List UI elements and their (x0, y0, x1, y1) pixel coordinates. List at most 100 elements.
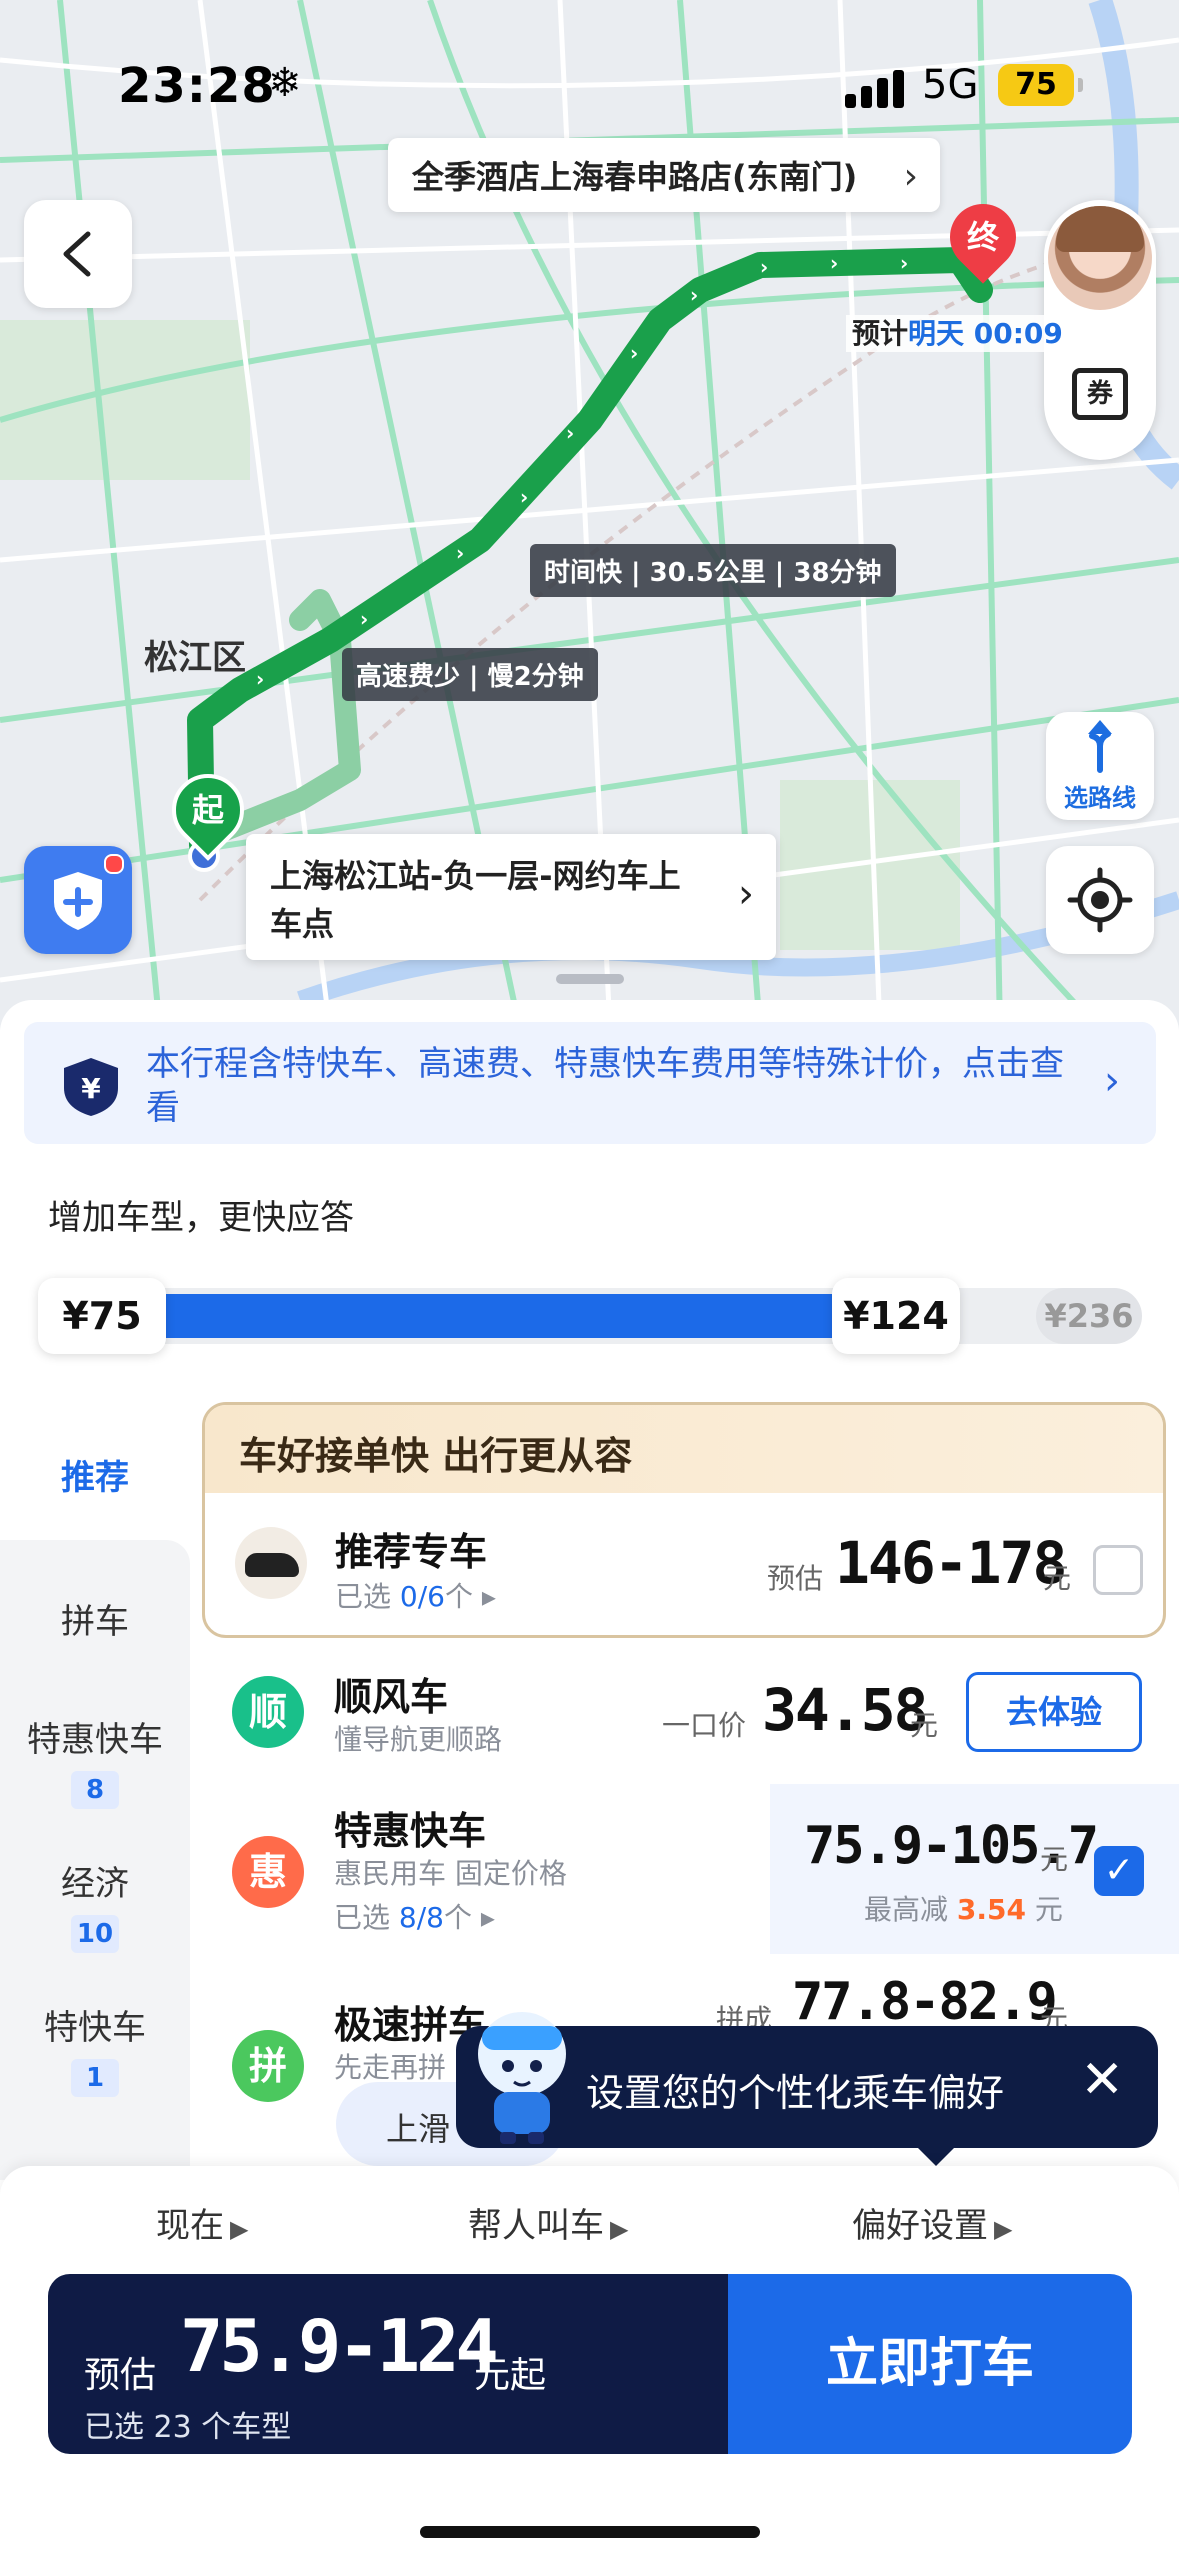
snowflake-icon: ❄ (268, 60, 302, 106)
category-count-badge: 10 (71, 1915, 119, 1953)
status-time: 23:28 (118, 58, 276, 114)
option-label: 现在 (156, 2206, 224, 2246)
chevron-right-icon: › (1104, 1058, 1120, 1104)
price-slider-fill (128, 1294, 838, 1338)
hitch-unit: 元 (910, 1709, 939, 1742)
discount-express-unit: 元 (1040, 1843, 1069, 1876)
chevron-right-icon: › (738, 871, 754, 917)
close-icon[interactable]: ✕ (1080, 2050, 1124, 2110)
try-hitch-button[interactable]: 去体验 (966, 1672, 1142, 1752)
hitch-ride-name: 顺风车 (334, 1675, 449, 1719)
call-car-button[interactable]: 立即打车 (728, 2274, 1132, 2454)
locate-button[interactable] (1046, 846, 1154, 954)
add-type-hint: 增加车型，更快应答 (48, 1198, 354, 1238)
route-tag-fast[interactable]: 时间快 | 30.5公里 | 38分钟 (530, 544, 896, 597)
recommend-selected-count[interactable]: 已选 0/6个 ▸ (335, 1575, 496, 1615)
svg-text:›: › (830, 251, 838, 275)
end-marker: 终 (936, 190, 1030, 284)
category-label: 特惠快车 (27, 1720, 163, 1760)
category-label: 推荐 (61, 1458, 129, 1498)
destination-label: 全季酒店上海春申路店(东南门) (412, 158, 858, 196)
start-marker-label: 起 (191, 791, 224, 829)
caret-right-icon: ▶ (994, 2215, 1013, 2243)
carpool-icon: 拼 (232, 2030, 304, 2102)
district-label: 松江区 (144, 638, 246, 678)
svg-text:›: › (256, 667, 264, 691)
estimate-prefix: 预估 (84, 2355, 157, 2396)
selected-count: 8/8 (398, 1901, 444, 1934)
pickup-point-label: 上海松江站-负一层-网约车上车点 (270, 857, 681, 943)
pricing-notice[interactable]: ¥ 本行程含特快车、高速费、特惠快车费用等特殊计价，点击查看 › (24, 1022, 1156, 1144)
caret-right-icon: ▶ (610, 2215, 629, 2243)
price-max-label[interactable]: ¥236 (1036, 1288, 1142, 1344)
selected-suffix: 个 (444, 1580, 473, 1613)
option-preferences[interactable]: 偏好设置 ▶ (852, 2198, 1012, 2247)
network-type: 5G (922, 62, 979, 108)
price-min-knob[interactable]: ¥75 (38, 1278, 166, 1354)
sheet-drag-handle[interactable] (556, 974, 624, 984)
route-tag-toll[interactable]: 高速费少 | 慢2分钟 (342, 648, 598, 701)
recommend-unit: 元 (1043, 1562, 1072, 1595)
chevron-left-icon (63, 231, 91, 277)
hitch-price-label: 一口价 (662, 1709, 747, 1742)
select-route-label: 选路线 (1064, 784, 1136, 812)
avatar[interactable] (1048, 206, 1152, 310)
option-now[interactable]: 现在 ▶ (156, 2198, 248, 2247)
selected-suffix: 个 (443, 1901, 472, 1934)
recommend-card-header: 车好接单快 出行更从容 (205, 1405, 1163, 1493)
hitch-price: 34.58 (762, 1676, 929, 1744)
discount-express-icon: 惠 (232, 1836, 304, 1908)
hitch-ride-sub: 懂导航更顺路 (334, 1723, 503, 1756)
category-carpool[interactable]: 拼车 (0, 1594, 190, 1643)
safety-shield-button[interactable] (24, 846, 132, 954)
category-express-plus[interactable]: 特快车 1 (0, 2000, 190, 2097)
svg-text:›: › (760, 255, 768, 279)
category-count-badge: 1 (71, 2059, 119, 2097)
end-marker-label: 终 (966, 218, 999, 256)
category-economy[interactable]: 经济 10 (0, 1856, 190, 1953)
svg-text:›: › (630, 341, 638, 365)
svg-text:›: › (520, 485, 528, 509)
discount-info: 最高减 3.54 元 (864, 1888, 1063, 1928)
home-indicator (420, 2526, 760, 2538)
yuan-shield-icon: ¥ (64, 1058, 118, 1116)
pricing-notice-text: 本行程含特快车、高速费、特惠快车费用等特殊计价，点击查看 (146, 1044, 1064, 1128)
tooltip-text: 设置您的个性化乘车偏好 (586, 2071, 1005, 2115)
shield-icon (54, 872, 102, 930)
carpool-sub: 先走再拼 (334, 2051, 447, 2084)
discount-express-checkbox[interactable]: ✓ (1094, 1846, 1144, 1896)
recommend-price-label: 预估 (767, 1562, 824, 1595)
option-label: 帮人叫车 (468, 2206, 604, 2246)
discount-express-sub: 惠民用车 固定价格 (334, 1857, 567, 1890)
recommend-premium-card[interactable]: 车好接单快 出行更从容 推荐专车 已选 0/6个 ▸ 预估 146-178 元 (202, 1402, 1166, 1638)
chevron-right-icon: › (903, 156, 918, 197)
option-call-for-others[interactable]: 帮人叫车 ▶ (468, 2198, 628, 2247)
discount-express-selected[interactable]: 已选 8/8个 ▸ (334, 1896, 495, 1936)
select-route-button[interactable]: 选路线 (1046, 712, 1154, 820)
battery-icon: 75 (998, 64, 1083, 106)
coupon-icon[interactable]: 券 (1072, 368, 1128, 420)
recommend-checkbox[interactable] (1093, 1545, 1143, 1595)
category-label: 特快车 (44, 2008, 146, 2048)
pickup-point-card[interactable]: 上海松江站-负一层-网约车上车点 › (246, 834, 776, 960)
svg-text:›: › (360, 607, 368, 631)
price-selected-knob[interactable]: ¥124 (832, 1278, 960, 1354)
premium-car-icon (235, 1527, 307, 1599)
discount-label: 最高减 (864, 1893, 949, 1926)
estimate-panel[interactable]: 预估 75.9-124 元起 已选 23 个车型 (48, 2274, 728, 2454)
estimate-suffix: 元起 (474, 2355, 547, 2396)
destination-chip[interactable]: 全季酒店上海春申路店(东南门) › (388, 138, 940, 212)
svg-text:›: › (690, 283, 698, 307)
signal-icon (845, 68, 907, 108)
map-view[interactable]: › › › › › › › › › › 23:28 ❄ 5G 75 全季酒店上海春申路店(东南门)… (0, 0, 1179, 1030)
discount-value: 3.54 (956, 1893, 1027, 1926)
carpool-price: 77.8-82.9 (792, 1972, 1058, 2032)
selected-types-count: 已选 23 个车型 (84, 2410, 292, 2445)
category-label: 拼车 (61, 1602, 129, 1642)
recommend-price: 146-178 (835, 1529, 1067, 1597)
category-discount-express[interactable]: 特惠快车 8 (0, 1712, 190, 1809)
mascot-icon (478, 2012, 566, 2144)
selected-prefix: 已选 (334, 1901, 391, 1934)
back-button[interactable] (24, 200, 132, 308)
category-recommend[interactable]: 推荐 (0, 1450, 190, 1499)
